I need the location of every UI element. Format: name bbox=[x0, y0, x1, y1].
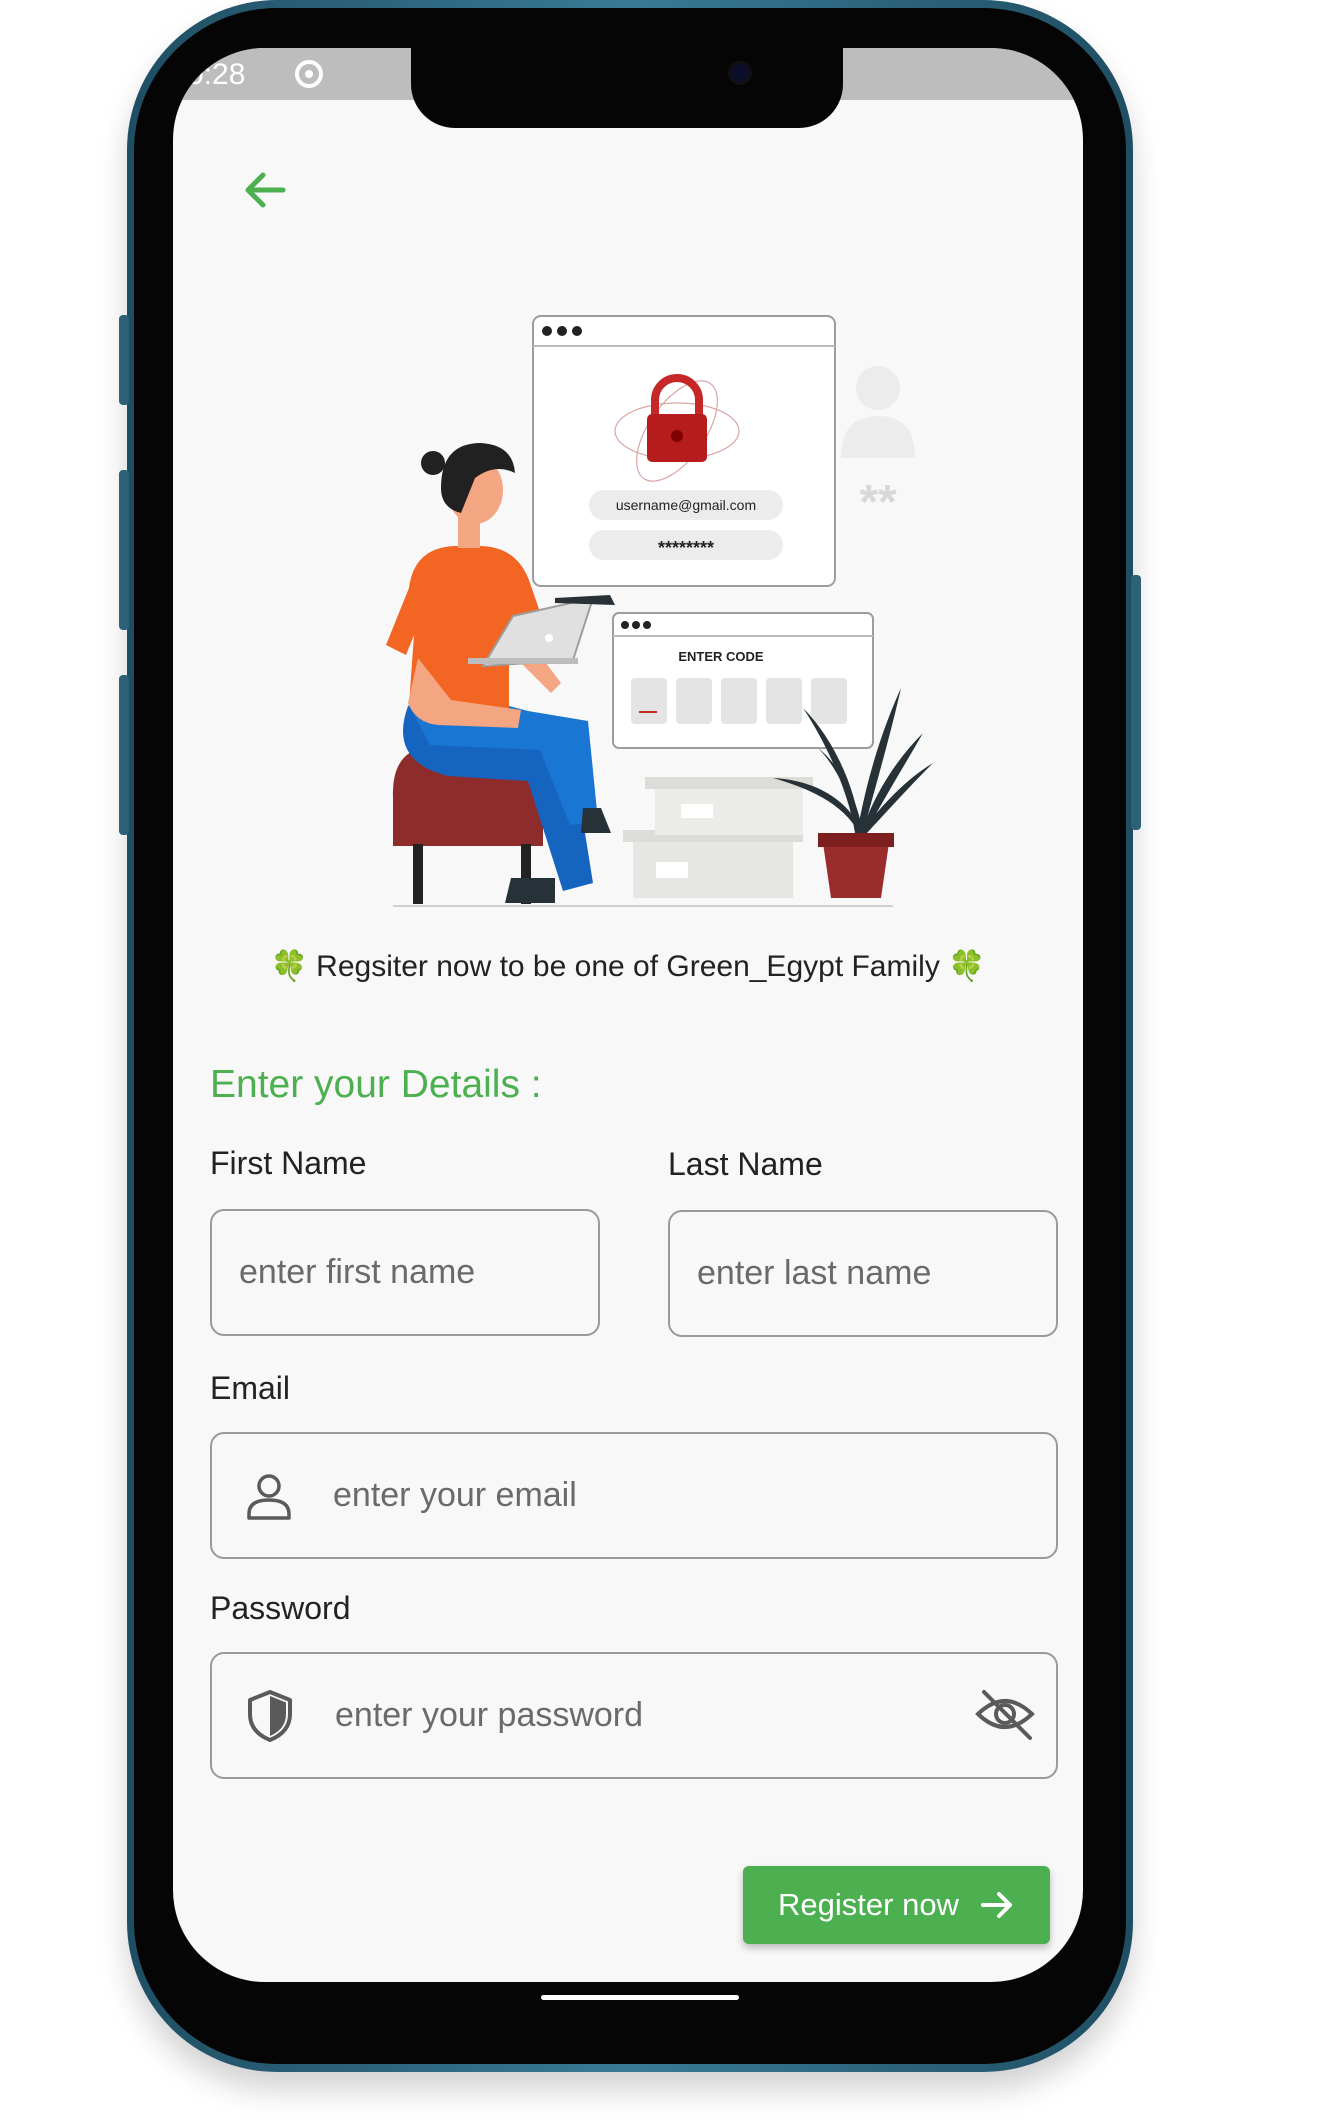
illustration-email-text: username@gmail.com bbox=[616, 497, 756, 513]
shield-icon bbox=[248, 1689, 292, 1742]
first-name-input[interactable]: enter first name bbox=[210, 1209, 600, 1336]
last-name-label: Last Name bbox=[668, 1146, 823, 1182]
clover-icon: 🍀 bbox=[948, 950, 986, 983]
volume-down-button bbox=[119, 675, 129, 835]
email-input[interactable]: enter your email bbox=[210, 1432, 1058, 1559]
illustration-password-text: ******** bbox=[658, 538, 714, 558]
email-label: Email bbox=[210, 1370, 291, 1406]
back-arrow-icon bbox=[245, 172, 286, 208]
app-screen: 0:28 username@gmail.com ******** ** ENTE… bbox=[173, 48, 1083, 1982]
register-button[interactable]: Register now bbox=[743, 1866, 1050, 1944]
password-label: Password bbox=[210, 1590, 351, 1626]
person-icon bbox=[247, 1473, 291, 1520]
status-time: 0:28 bbox=[187, 58, 246, 91]
back-button[interactable] bbox=[235, 160, 295, 220]
email-placeholder: enter your email bbox=[333, 1476, 577, 1514]
front-camera bbox=[731, 64, 749, 82]
toggle-password-visibility[interactable] bbox=[972, 1686, 1038, 1742]
first-name-label: First Name bbox=[210, 1145, 367, 1181]
last-name-placeholder: enter last name bbox=[697, 1254, 932, 1292]
last-name-input[interactable]: enter last name bbox=[668, 1210, 1058, 1337]
form-title: Enter your Details : bbox=[210, 1063, 542, 1106]
arrow-right-icon bbox=[980, 1892, 1012, 1918]
code-title: ENTER CODE bbox=[678, 649, 764, 664]
sync-status-icon bbox=[295, 60, 323, 88]
volume-up-button bbox=[119, 470, 129, 630]
code-window: ENTER CODE bbox=[612, 612, 874, 749]
eye-off-icon bbox=[975, 1690, 1035, 1740]
notch bbox=[411, 48, 843, 128]
tagline-text: Regsiter now to be one of Green_Egypt Fa… bbox=[316, 950, 940, 983]
password-input[interactable]: enter your password bbox=[210, 1652, 1058, 1779]
faint-avatar-icon bbox=[841, 366, 915, 458]
first-name-placeholder: enter first name bbox=[239, 1253, 476, 1291]
clover-icon: 🍀 bbox=[270, 950, 308, 983]
faint-asterisks: ** bbox=[859, 476, 897, 529]
tagline: 🍀 Regsiter now to be one of Green_Egypt … bbox=[173, 949, 1083, 984]
register-button-label: Register now bbox=[778, 1887, 959, 1922]
home-indicator[interactable] bbox=[541, 1995, 739, 2000]
storage-boxes bbox=[623, 777, 813, 898]
password-placeholder: enter your password bbox=[335, 1696, 644, 1734]
register-illustration: username@gmail.com ******** ** ENTER COD… bbox=[386, 315, 933, 907]
power-button bbox=[1131, 575, 1141, 830]
silent-switch bbox=[119, 315, 129, 405]
login-window: username@gmail.com ******** bbox=[532, 315, 836, 587]
